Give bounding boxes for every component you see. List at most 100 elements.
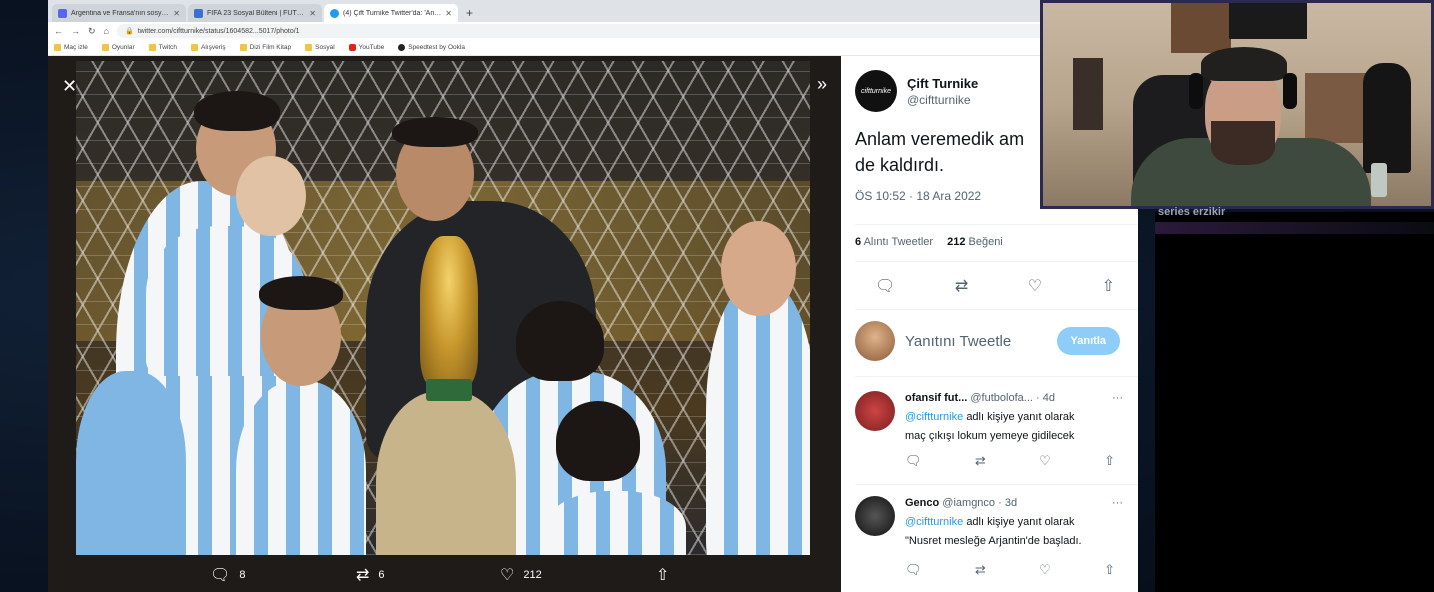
retweet-icon[interactable]: ⇄: [975, 453, 986, 469]
url-text: twitter.com/ciftturnike/status/1604582..…: [137, 27, 300, 35]
share-icon[interactable]: ⇧: [1104, 453, 1115, 469]
reply-author-name[interactable]: ofansif fut...: [905, 392, 967, 404]
share-icon[interactable]: ⇧: [1102, 276, 1115, 296]
tweet-author[interactable]: ciftturnike Çift Turnike @ciftturnike: [855, 70, 978, 112]
reply-handle[interactable]: @futbolofa...: [970, 392, 1033, 404]
folder-icon: [148, 44, 156, 51]
home-icon[interactable]: ⌂: [104, 26, 109, 36]
like-button[interactable]: ♡ 212: [500, 565, 542, 585]
retweet-icon[interactable]: ⇄: [955, 276, 968, 296]
woman-blonde: [376, 391, 516, 555]
reply-avatar[interactable]: [855, 391, 895, 431]
bookmark-label: Speedtest by Ookla: [408, 44, 465, 51]
bookmark-alisveris[interactable]: Alışveriş: [191, 44, 226, 51]
reply-context: @ciftturnike adlı kişiye yanıt olarak: [905, 408, 1123, 427]
bookmark-label: Alışveriş: [201, 44, 226, 51]
reply-handle[interactable]: @iamgnco: [942, 497, 995, 509]
person-edge: [76, 371, 186, 555]
tab-twitter[interactable]: (4) Çift Turnike Twitter'da: 'Anlam... ✕: [324, 4, 458, 22]
heart-icon[interactable]: ♡: [1039, 453, 1051, 469]
folder-icon: [101, 44, 109, 51]
mention-link[interactable]: @ciftturnike: [905, 411, 963, 423]
bookmark-label: Maç izle: [64, 44, 88, 51]
expand-panel-icon[interactable]: »: [817, 74, 827, 95]
headset-icon: [1189, 73, 1203, 109]
author-handle[interactable]: @ciftturnike: [907, 93, 978, 107]
tab-argentina-fransa[interactable]: Argentina ve Fransa'nın sosyal... ✕: [52, 4, 186, 22]
lock-icon: 🔒: [124, 28, 134, 35]
likes-stat[interactable]: 212 Beğeni: [947, 236, 1003, 248]
tab-close-icon[interactable]: ✕: [309, 9, 316, 18]
author-info: Çift Turnike @ciftturnike: [907, 76, 978, 107]
share-icon[interactable]: ⇧: [1104, 562, 1115, 578]
reply-composer: Yanıtını Tweetle Yanıtla: [855, 321, 1120, 361]
heart-icon: ♡: [500, 567, 515, 584]
forward-arrow-icon[interactable]: →: [71, 26, 80, 36]
share-icon: ⇧: [656, 567, 670, 584]
tab-label: FIFA 23 Sosyal Bülteni | FUTBIN: [207, 9, 306, 17]
author-name[interactable]: Çift Turnike: [907, 76, 978, 91]
reply-submit-button[interactable]: Yanıtla: [1056, 327, 1120, 355]
reply-icon[interactable]: 🗨: [905, 562, 922, 578]
drink-can: [1371, 163, 1387, 197]
player-hair: [194, 91, 280, 131]
webcam-overlay: [1040, 0, 1434, 209]
tab-close-icon[interactable]: ✕: [173, 9, 180, 18]
likes-label: Beğeni: [968, 236, 1003, 248]
bookmark-mac-izle[interactable]: Maç izle: [54, 44, 88, 51]
tab-strip: Argentina ve Fransa'nın sosyal... ✕ FIFA…: [48, 0, 1138, 22]
more-options-icon[interactable]: ···: [1112, 494, 1123, 513]
bookmark-dizi-film-kitap[interactable]: Dizi Film Kitap: [239, 44, 291, 51]
tab-close-icon[interactable]: ✕: [445, 9, 452, 18]
tab-label: Argentina ve Fransa'nın sosyal...: [71, 9, 170, 17]
player-right-head: [721, 221, 796, 316]
folder-icon: [191, 44, 199, 51]
retweet-count: 6: [378, 569, 385, 581]
quote-tweets-stat[interactable]: 6 Alıntı Tweetler: [855, 236, 933, 248]
reply-icon[interactable]: 🗨: [875, 276, 895, 296]
reply-text: "Nusret mesleğe Arjantin'de başladı.: [905, 535, 1082, 547]
close-icon[interactable]: ✕: [62, 76, 77, 97]
reply-avatar[interactable]: [855, 496, 895, 536]
tab-futbin[interactable]: FIFA 23 Sosyal Bülteni | FUTBIN ✕: [188, 4, 322, 22]
reply-input[interactable]: Yanıtını Tweetle: [905, 333, 1047, 350]
browser-toolbar: ← → ↻ ⌂ 🔒 twitter.com/ciftturnike/status…: [48, 22, 1138, 40]
player-right: [706, 281, 810, 555]
reply-context: @ciftturnike adlı kişiye yanıt olarak: [905, 513, 1123, 532]
reply-icon[interactable]: 🗨: [905, 453, 922, 469]
address-bar[interactable]: 🔒 twitter.com/ciftturnike/status/1604582…: [116, 24, 1072, 38]
player-back-hair: [516, 301, 604, 381]
child-head: [236, 156, 306, 236]
like-count: 212: [523, 569, 542, 581]
bookmark-speedtest[interactable]: Speedtest by Ookla: [398, 44, 465, 51]
reply-age: · 3d: [998, 497, 1018, 509]
folder-icon: [239, 44, 247, 51]
speedtest-icon: [398, 44, 406, 51]
retweet-button[interactable]: ⇄ 6: [356, 565, 385, 585]
quote-label: Alıntı Tweetler: [863, 236, 934, 248]
retweet-icon[interactable]: ⇄: [975, 562, 986, 578]
tweet-timestamp[interactable]: ÖS 10:52 · 18 Ara 2022: [855, 189, 981, 203]
heart-icon[interactable]: ♡: [1028, 276, 1042, 296]
divider: [855, 309, 1138, 310]
mention-link[interactable]: @ciftturnike: [905, 516, 963, 528]
bookmark-oyunlar[interactable]: Oyunlar: [101, 44, 135, 51]
tweet-photo[interactable]: [76, 61, 810, 555]
new-tab-button[interactable]: +: [460, 6, 479, 22]
reload-icon[interactable]: ↻: [88, 26, 96, 37]
reply-author-name[interactable]: Genco: [905, 497, 939, 509]
player-front-left-hair: [259, 276, 343, 310]
reply-button[interactable]: 🗨 8: [210, 565, 245, 585]
bookmark-youtube[interactable]: YouTube: [348, 44, 384, 51]
divider: [855, 376, 1138, 377]
overlay-strip: [1155, 222, 1434, 234]
share-button[interactable]: ⇧: [656, 565, 669, 585]
browser-window: Argentina ve Fransa'nın sosyal... ✕ FIFA…: [48, 0, 1138, 592]
more-options-icon[interactable]: ···: [1112, 389, 1123, 408]
back-arrow-icon[interactable]: ←: [54, 26, 63, 36]
bookmark-twitch[interactable]: Twitch: [148, 44, 177, 51]
heart-icon[interactable]: ♡: [1039, 562, 1051, 578]
reply-body: Genco @iamgnco · 3d @ciftturnike adlı ki…: [905, 494, 1123, 551]
bookmark-sosyal[interactable]: Sosyal: [305, 44, 335, 51]
author-avatar[interactable]: ciftturnike: [855, 70, 897, 112]
